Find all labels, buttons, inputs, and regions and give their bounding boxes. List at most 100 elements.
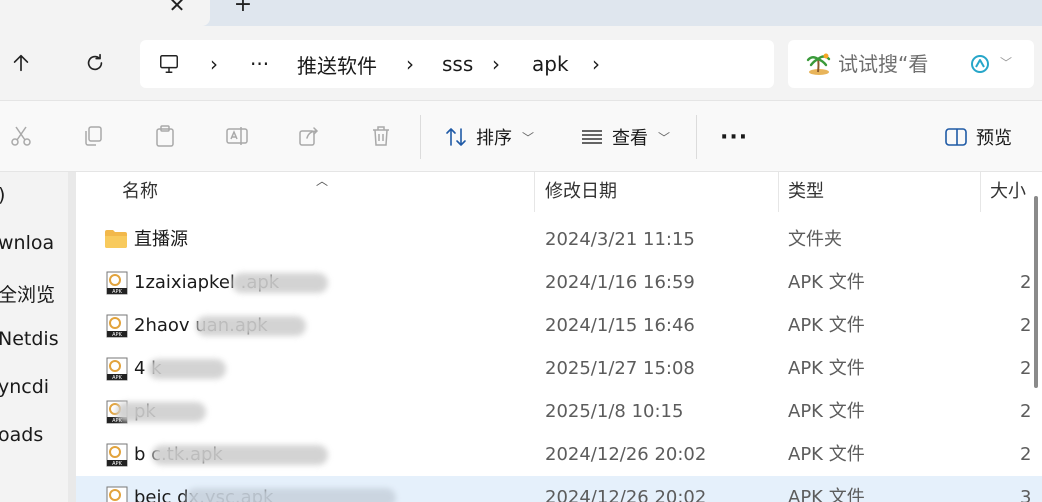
delete-button[interactable] [368, 123, 394, 149]
chevron-down-icon[interactable]: ﹀ [1000, 54, 1012, 71]
sort-indicator-icon: ︿ [316, 174, 329, 188]
nav-item-browser[interactable]: 全浏览 [0, 280, 55, 307]
file-size: 2 [1020, 444, 1032, 465]
cut-button[interactable] [8, 123, 34, 149]
command-separator [696, 115, 697, 159]
column-header-name[interactable]: 名称 [122, 172, 158, 212]
redaction-blur [116, 402, 206, 422]
view-list-icon [582, 130, 602, 144]
sort-label: 排序 [476, 128, 512, 149]
file-modified: 2024/12/26 20:02 [545, 444, 707, 465]
copy-button[interactable] [80, 123, 106, 149]
file-type: APK 文件 [788, 315, 865, 336]
search-box[interactable]: 试试搜“看 ﹀ [788, 40, 1034, 88]
file-size: 2 [1020, 315, 1032, 336]
column-header-type[interactable]: 类型 [788, 172, 824, 212]
breadcrumb-separator[interactable]: › [406, 40, 414, 88]
file-type: 文件夹 [788, 229, 842, 250]
breadcrumb-item-apk[interactable]: apk [532, 40, 569, 88]
file-row-selected[interactable]: APK beic dx.ysc.apk 2024/12/26 20:02 APK… [76, 476, 1042, 502]
svg-text:APK: APK [112, 375, 122, 381]
breadcrumb-separator[interactable]: › [210, 40, 218, 88]
redaction-blur [148, 359, 226, 379]
nav-item-downloads[interactable]: wnloa [0, 232, 54, 254]
paste-button[interactable] [152, 123, 178, 149]
svg-text:APK: APK [112, 332, 122, 338]
pane-divider[interactable] [68, 172, 76, 502]
file-size: 2 [1020, 401, 1032, 422]
vertical-scrollbar[interactable] [1034, 196, 1038, 388]
nav-item-downloads-2[interactable]: oads [0, 424, 43, 446]
apk-file-icon: APK [106, 486, 128, 502]
file-list: ︿ 名称 修改日期 类型 大小 直播源 2024/3/21 11:15 文件夹 … [76, 172, 1042, 502]
nav-item-netdisk[interactable]: Netdis [0, 328, 59, 350]
tab-close-button[interactable]: ✕ [166, 0, 188, 16]
column-divider[interactable] [778, 172, 779, 212]
file-row[interactable]: APK pk 2025/1/8 10:15 APK 文件 2 [76, 390, 1042, 433]
file-size: 2 [1020, 358, 1032, 379]
new-tab-button[interactable]: + [232, 0, 254, 16]
search-input[interactable]: 试试搜“看 [838, 40, 946, 88]
preview-pane-icon [945, 128, 967, 146]
file-type: APK 文件 [788, 358, 865, 379]
rename-button[interactable] [224, 123, 250, 149]
preview-button[interactable]: 预览 [944, 119, 1012, 155]
sort-button[interactable]: 排序 ﹀ [444, 119, 534, 155]
apk-file-icon: APK [106, 314, 128, 338]
chevron-down-icon: ﹀ [658, 130, 671, 145]
breadcrumb-overflow[interactable]: ··· [250, 40, 269, 88]
file-row[interactable]: APK 4 k 2025/1/27 15:08 APK 文件 2 [76, 347, 1042, 390]
file-size: 3 [1020, 487, 1032, 502]
rename-icon [226, 127, 248, 145]
tab-strip: ✕ + [0, 0, 1042, 26]
apk-file-icon: APK [106, 271, 128, 295]
preview-label: 预览 [976, 128, 1012, 149]
palm-tree-icon [806, 53, 831, 75]
file-modified: 2024/1/15 16:46 [545, 315, 695, 336]
command-bar: 排序 ﹀ 查看 ﹀ ··· 预览 [0, 100, 1042, 172]
file-type: APK 文件 [788, 401, 865, 422]
file-row[interactable]: APK 2haov uan.apk 2024/1/15 16:46 APK 文件… [76, 304, 1042, 347]
more-options-button[interactable]: ··· [720, 119, 748, 155]
apk-file-icon: APK [106, 357, 128, 381]
file-row[interactable]: 直播源 2024/3/21 11:15 文件夹 [76, 218, 1042, 261]
redaction-blur [196, 316, 306, 336]
redaction-blur [152, 445, 328, 465]
command-separator [420, 115, 421, 159]
file-modified: 2025/1/27 15:08 [545, 358, 695, 379]
redaction-blur [232, 273, 328, 293]
refresh-icon [87, 53, 103, 71]
file-row[interactable]: APK 1zaixiapkel .apk 2024/1/16 16:59 APK… [76, 261, 1042, 304]
apk-file-icon: APK [106, 443, 128, 467]
breadcrumb-item-sss[interactable]: sss [442, 40, 473, 88]
breadcrumb-item-tuisong[interactable]: 推送软件 [297, 40, 377, 88]
share-button[interactable] [296, 123, 322, 149]
column-header-size[interactable]: 大小 [990, 172, 1026, 212]
copilot-icon[interactable] [968, 52, 992, 76]
column-header-modified[interactable]: 修改日期 [545, 172, 617, 212]
nav-item[interactable]: ) [0, 184, 5, 206]
clipboard-icon [156, 125, 174, 147]
sort-icon [446, 128, 466, 146]
nav-item-syncdisk[interactable]: yncdi [0, 376, 49, 398]
scissors-icon [11, 126, 31, 146]
address-bar[interactable]: › ··· 推送软件 › sss › apk › [140, 40, 774, 88]
monitor-icon [160, 55, 178, 73]
active-tab[interactable]: ✕ [0, 0, 210, 26]
view-button[interactable]: 查看 ﹀ [580, 119, 670, 155]
breadcrumb-separator[interactable]: › [592, 40, 600, 88]
arrow-up-icon [13, 54, 29, 72]
svg-text:APK: APK [112, 289, 122, 295]
refresh-button[interactable] [80, 48, 110, 78]
file-name: 直播源 [134, 229, 188, 250]
up-button[interactable] [6, 48, 36, 78]
breadcrumb-separator[interactable]: › [492, 40, 500, 88]
file-modified: 2024/12/26 20:02 [545, 487, 707, 502]
file-type: APK 文件 [788, 272, 865, 293]
column-divider[interactable] [534, 172, 535, 212]
this-pc-button[interactable] [158, 40, 180, 88]
share-icon [299, 127, 319, 146]
file-row[interactable]: APK b c.tk.apk 2024/12/26 20:02 APK 文件 2 [76, 433, 1042, 476]
copy-icon [85, 126, 102, 146]
column-divider[interactable] [980, 172, 981, 212]
